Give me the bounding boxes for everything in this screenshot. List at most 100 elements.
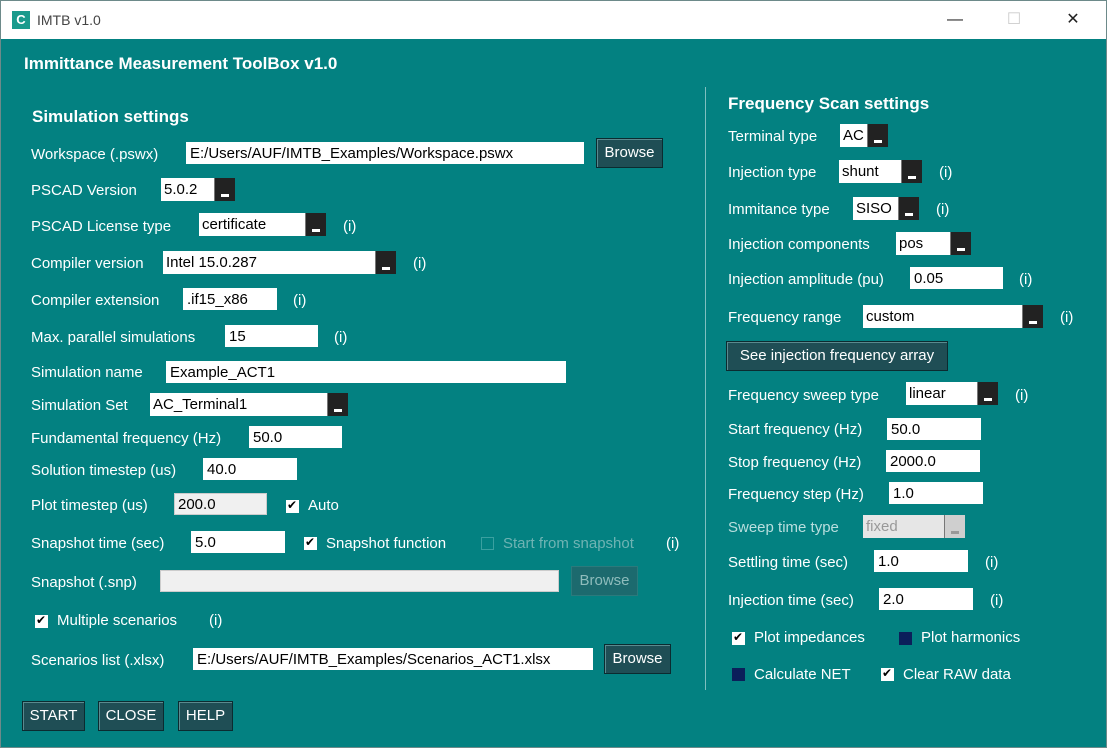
pscad-version-value: 5.0.2 (164, 181, 198, 198)
snapshot-browse-button[interactable]: Browse (571, 566, 638, 596)
compiler-version-info-icon[interactable]: (i) (413, 255, 426, 272)
settling-time-info-icon[interactable]: (i) (985, 554, 998, 571)
plot-timestep-input[interactable]: 200.0 (174, 493, 267, 515)
injection-components-select[interactable]: pos (896, 232, 971, 255)
calculate-net-label: Calculate NET (754, 666, 851, 683)
frequency-range-info-icon[interactable]: (i) (1060, 309, 1073, 326)
multiple-scenarios-info-icon[interactable]: (i) (209, 612, 222, 629)
solution-timestep-input[interactable]: 40.0 (203, 458, 297, 480)
sweep-time-type-value: fixed (866, 518, 898, 535)
frequency-step-input[interactable]: 1.0 (889, 482, 983, 504)
injection-type-info-icon[interactable]: (i) (939, 164, 952, 181)
chevron-down-icon[interactable] (950, 232, 971, 255)
compiler-extension-input[interactable]: .if15_x86 (183, 288, 277, 310)
sweep-type-info-icon[interactable]: (i) (1015, 387, 1028, 404)
chevron-down-icon[interactable] (305, 213, 326, 236)
immitance-type-info-icon[interactable]: (i) (936, 201, 949, 218)
simulation-settings-heading: Simulation settings (32, 107, 189, 126)
scenarios-browse-button[interactable]: Browse (604, 644, 671, 674)
title-bar[interactable]: C IMTB v1.0 — ☐ ✕ (1, 1, 1106, 39)
simulation-set-select[interactable]: AC_Terminal1 (150, 393, 348, 416)
terminal-type-select[interactable]: AC (840, 124, 888, 147)
snapshot-file-input[interactable] (160, 570, 559, 592)
snapshot-file-label: Snapshot (.snp) (31, 574, 137, 591)
simulation-name-input[interactable]: Example_ACT1 (166, 361, 566, 383)
snapshot-info-icon[interactable]: (i) (666, 535, 679, 552)
injection-time-info-icon[interactable]: (i) (990, 592, 1003, 609)
frequency-range-select[interactable]: custom (863, 305, 1043, 328)
injection-amplitude-input[interactable]: 0.05 (910, 267, 1003, 289)
calculate-net-checkbox[interactable] (732, 668, 745, 681)
injection-type-select[interactable]: shunt (839, 160, 922, 183)
snapshot-time-label: Snapshot time (sec) (31, 535, 165, 552)
settling-time-label: Settling time (sec) (728, 554, 849, 571)
chevron-down-icon[interactable] (214, 178, 235, 201)
terminal-type-value: AC (843, 127, 864, 144)
app-window: C IMTB v1.0 — ☐ ✕ Immittance Measurement… (0, 0, 1107, 748)
immitance-type-select[interactable]: SISO (853, 197, 919, 220)
injection-type-value: shunt (842, 163, 879, 180)
chevron-down-icon[interactable] (977, 382, 998, 405)
scenarios-list-label: Scenarios list (.xlsx) (31, 652, 165, 669)
sweep-type-select[interactable]: linear (906, 382, 998, 405)
start-frequency-label: Start frequency (Hz) (728, 421, 863, 438)
help-button[interactable]: HELP (178, 701, 233, 731)
auto-label: Auto (308, 497, 339, 514)
chevron-down-icon[interactable] (944, 515, 965, 538)
chevron-down-icon[interactable] (375, 251, 396, 274)
license-info-icon[interactable]: (i) (343, 218, 356, 235)
pscad-version-select[interactable]: 5.0.2 (161, 178, 235, 201)
snapshot-function-checkbox[interactable] (304, 535, 317, 550)
simulation-name-label: Simulation name (31, 364, 143, 381)
start-frequency-input[interactable]: 50.0 (887, 418, 981, 440)
plot-impedances-checkbox[interactable] (732, 630, 745, 645)
scenarios-list-input[interactable]: E:/Users/AUF/IMTB_Examples/Scenarios_ACT… (193, 648, 593, 670)
close-button[interactable]: CLOSE (98, 701, 164, 731)
chevron-down-icon[interactable] (327, 393, 348, 416)
workspace-browse-button[interactable]: Browse (596, 138, 663, 168)
max-parallel-info-icon[interactable]: (i) (334, 329, 347, 346)
solution-timestep-label: Solution timestep (us) (31, 462, 177, 479)
max-parallel-input[interactable]: 15 (225, 325, 318, 347)
start-from-snapshot-checkbox[interactable] (481, 537, 494, 550)
compiler-extension-info-icon[interactable]: (i) (293, 292, 306, 309)
license-type-value: certificate (202, 216, 267, 233)
compiler-version-label: Compiler version (31, 255, 144, 272)
maximize-icon[interactable]: ☐ (999, 9, 1029, 31)
sweep-type-label: Frequency sweep type (728, 387, 879, 404)
injection-components-value: pos (899, 235, 924, 252)
plot-harmonics-checkbox[interactable] (899, 632, 912, 645)
injection-time-input[interactable]: 2.0 (879, 588, 973, 610)
snapshot-time-input[interactable]: 5.0 (191, 531, 285, 553)
minimize-icon[interactable]: — (940, 9, 970, 31)
stop-frequency-input[interactable]: 2000.0 (886, 450, 980, 472)
auto-checkbox[interactable] (286, 498, 299, 513)
license-type-select[interactable]: certificate (199, 213, 326, 236)
close-icon[interactable]: ✕ (1058, 9, 1088, 31)
compiler-extension-label: Compiler extension (31, 292, 160, 309)
compiler-version-select[interactable]: Intel 15.0.287 (163, 251, 396, 274)
fundamental-frequency-input[interactable]: 50.0 (249, 426, 342, 448)
chevron-down-icon[interactable] (1022, 305, 1043, 328)
clear-raw-checkbox[interactable] (881, 666, 894, 681)
sweep-time-type-label: Sweep time type (728, 519, 839, 536)
app-heading: Immittance Measurement ToolBox v1.0 (24, 54, 338, 73)
injection-components-label: Injection components (728, 236, 870, 253)
chevron-down-icon[interactable] (901, 160, 922, 183)
injection-amplitude-label: Injection amplitude (pu) (728, 271, 884, 288)
main-panel: Immittance Measurement ToolBox v1.0 Simu… (1, 39, 1106, 747)
start-button[interactable]: START (22, 701, 85, 731)
plot-harmonics-label: Plot harmonics (921, 629, 1021, 646)
multiple-scenarios-checkbox[interactable] (35, 613, 48, 628)
pscad-version-label: PSCAD Version (31, 182, 137, 199)
sweep-time-type-select[interactable]: fixed (863, 515, 965, 538)
plot-timestep-label: Plot timestep (us) (31, 497, 148, 514)
workspace-label: Workspace (.pswx) (31, 146, 159, 163)
see-injection-array-button[interactable]: See injection frequency array (726, 341, 948, 371)
injection-amplitude-info-icon[interactable]: (i) (1019, 271, 1032, 288)
settling-time-input[interactable]: 1.0 (874, 550, 968, 572)
chevron-down-icon[interactable] (867, 124, 888, 147)
workspace-input[interactable]: E:/Users/AUF/IMTB_Examples/Workspace.psw… (186, 142, 584, 164)
chevron-down-icon[interactable] (898, 197, 919, 220)
frequency-scan-heading: Frequency Scan settings (728, 94, 930, 113)
